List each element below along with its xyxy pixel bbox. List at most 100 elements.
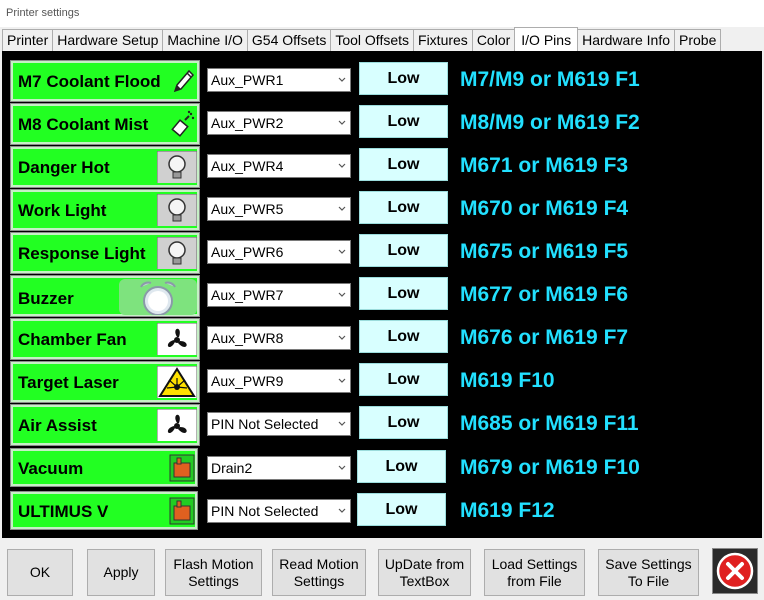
pin-state-button[interactable]: Low — [357, 450, 446, 483]
pin-select[interactable]: Aux_PWR5 — [207, 197, 351, 221]
pin-gcode-text: M619 F12 — [460, 499, 555, 522]
alarm-clock-icon — [119, 279, 197, 315]
pin-select[interactable]: PIN Not Selected — [207, 412, 351, 436]
pin-state-button[interactable]: Low — [359, 277, 448, 310]
close-button[interactable] — [712, 548, 758, 594]
pin-select[interactable]: Aux_PWR6 — [207, 240, 351, 264]
pin-select-value: Aux_PWR8 — [211, 330, 284, 346]
load-settings-line1: Load Settings — [491, 555, 578, 572]
pin-select-value: Aux_PWR4 — [211, 158, 284, 174]
pin-select[interactable]: Aux_PWR4 — [207, 154, 351, 178]
flash-motion-line2: Settings — [188, 572, 239, 589]
pin-select-value: Aux_PWR5 — [211, 201, 284, 217]
load-settings-button[interactable]: Load Settings from File — [484, 549, 585, 596]
chevron-down-icon — [338, 335, 346, 340]
save-settings-line1: Save Settings — [605, 555, 692, 572]
pin-name-button[interactable]: Danger Hot — [10, 146, 200, 188]
pin-gcode-text: M619 F10 — [460, 369, 555, 392]
pin-name-button[interactable]: Buzzer — [10, 275, 200, 317]
chevron-down-icon — [338, 508, 346, 513]
tab-tool-offsets[interactable]: Tool Offsets — [330, 29, 415, 51]
pin-name-label: Work Light — [18, 201, 107, 220]
pin-name-button[interactable]: Vacuum — [10, 448, 198, 487]
pin-name-button[interactable]: Chamber Fan — [10, 318, 200, 360]
pin-gcode-text: M8/M9 or M619 F2 — [460, 111, 640, 134]
title-bar: Printer settings — [0, 0, 764, 27]
update-from-textbox-button[interactable]: UpDate from TextBox — [378, 549, 471, 596]
pin-name-label: M8 Coolant Mist — [18, 115, 149, 134]
pin-select[interactable]: Aux_PWR7 — [207, 283, 351, 307]
tab-g54-offsets[interactable]: G54 Offsets — [246, 29, 332, 51]
pin-name-button[interactable]: M8 Coolant Mist — [10, 103, 200, 145]
read-motion-settings-button[interactable]: Read Motion Settings — [272, 549, 366, 596]
pin-state-button[interactable]: Low — [359, 148, 448, 181]
chevron-down-icon — [338, 249, 346, 254]
tab-hardware-setup[interactable]: Hardware Setup — [52, 29, 164, 51]
pin-name-button[interactable]: Target Laser — [10, 361, 200, 403]
pin-state-button[interactable]: Low — [357, 493, 446, 526]
pin-select-value: PIN Not Selected — [211, 416, 319, 432]
pin-name-button[interactable]: Response Light — [10, 232, 200, 274]
pin-state-button[interactable]: Low — [359, 320, 448, 353]
spray-icon — [171, 110, 195, 137]
laser-warning-icon — [157, 366, 197, 398]
pin-gcode-text: M676 or M619 F7 — [460, 326, 629, 349]
pin-gcode-text: M685 or M619 F11 — [460, 412, 639, 435]
bottom-button-bar: OK Apply Flash Motion Settings Read Motio… — [0, 538, 764, 600]
pin-name-button[interactable]: Work Light — [10, 189, 200, 231]
pin-select-value: Aux_PWR9 — [211, 373, 284, 389]
pin-name-label: Chamber Fan — [18, 330, 127, 349]
update-textbox-line2: TextBox — [399, 572, 450, 589]
chevron-down-icon — [338, 465, 346, 470]
pin-name-label: ULTIMUS V — [18, 502, 109, 521]
update-textbox-line1: UpDate from — [384, 555, 465, 572]
pin-name-label: Target Laser — [18, 373, 119, 392]
load-settings-line2: from File — [507, 572, 562, 589]
tab-probe[interactable]: Probe — [674, 29, 722, 51]
chevron-down-icon — [338, 120, 346, 125]
pin-name-label: Response Light — [18, 244, 146, 263]
flash-motion-settings-button[interactable]: Flash Motion Settings — [165, 549, 262, 596]
flash-motion-line1: Flash Motion — [173, 555, 254, 572]
pin-select[interactable]: PIN Not Selected — [207, 499, 351, 523]
pencil-icon — [173, 69, 195, 93]
pin-select-value: Drain2 — [211, 460, 253, 476]
tab-io-pins[interactable]: I/O Pins — [514, 27, 579, 51]
pin-select[interactable]: Aux_PWR1 — [207, 68, 351, 92]
pin-state-button[interactable]: Low — [359, 363, 448, 396]
chevron-down-icon — [338, 77, 346, 82]
pin-gcode-text: M679 or M619 F10 — [460, 456, 640, 479]
pin-select[interactable]: Aux_PWR8 — [207, 326, 351, 350]
pin-name-button[interactable]: Air Assist — [10, 404, 200, 446]
read-motion-line2: Settings — [293, 572, 345, 589]
pin-select-value: Aux_PWR2 — [211, 115, 284, 131]
pin-name-label: M7 Coolant Flood — [18, 72, 161, 91]
pin-state-button[interactable]: Low — [359, 105, 448, 138]
pin-state-button[interactable]: Low — [359, 406, 448, 439]
tab-strip: Printer Hardware Setup Machine I/O G54 O… — [2, 27, 722, 51]
pin-state-button[interactable]: Low — [359, 234, 448, 267]
pin-gcode-text: M677 or M619 F6 — [460, 283, 629, 306]
pin-select[interactable]: Aux_PWR9 — [207, 369, 351, 393]
chevron-down-icon — [338, 421, 346, 426]
read-motion-line1: Read Motion — [279, 555, 359, 572]
pin-select[interactable]: Aux_PWR2 — [207, 111, 351, 135]
window-title: Printer settings — [6, 7, 80, 19]
pin-name-button[interactable]: M7 Coolant Flood — [10, 60, 200, 102]
save-settings-button[interactable]: Save Settings To File — [598, 549, 699, 596]
save-settings-line2: To File — [627, 572, 670, 589]
apply-button[interactable]: Apply — [87, 549, 155, 596]
lightbulb-icon — [157, 194, 197, 226]
pin-select-value: PIN Not Selected — [211, 503, 319, 519]
tab-machine-io[interactable]: Machine I/O — [162, 29, 248, 51]
pin-gcode-text: M671 or M619 F3 — [460, 154, 629, 177]
pin-name-button[interactable]: ULTIMUS V — [10, 491, 198, 530]
tab-color[interactable]: Color — [471, 29, 516, 51]
pin-state-button[interactable]: Low — [359, 191, 448, 224]
pin-select[interactable]: Drain2 — [207, 456, 351, 480]
tab-hardware-info[interactable]: Hardware Info — [577, 29, 676, 51]
tab-fixtures[interactable]: Fixtures — [413, 29, 473, 51]
pin-state-button[interactable]: Low — [359, 62, 448, 95]
ok-button[interactable]: OK — [7, 549, 73, 596]
tab-printer[interactable]: Printer — [2, 29, 54, 51]
